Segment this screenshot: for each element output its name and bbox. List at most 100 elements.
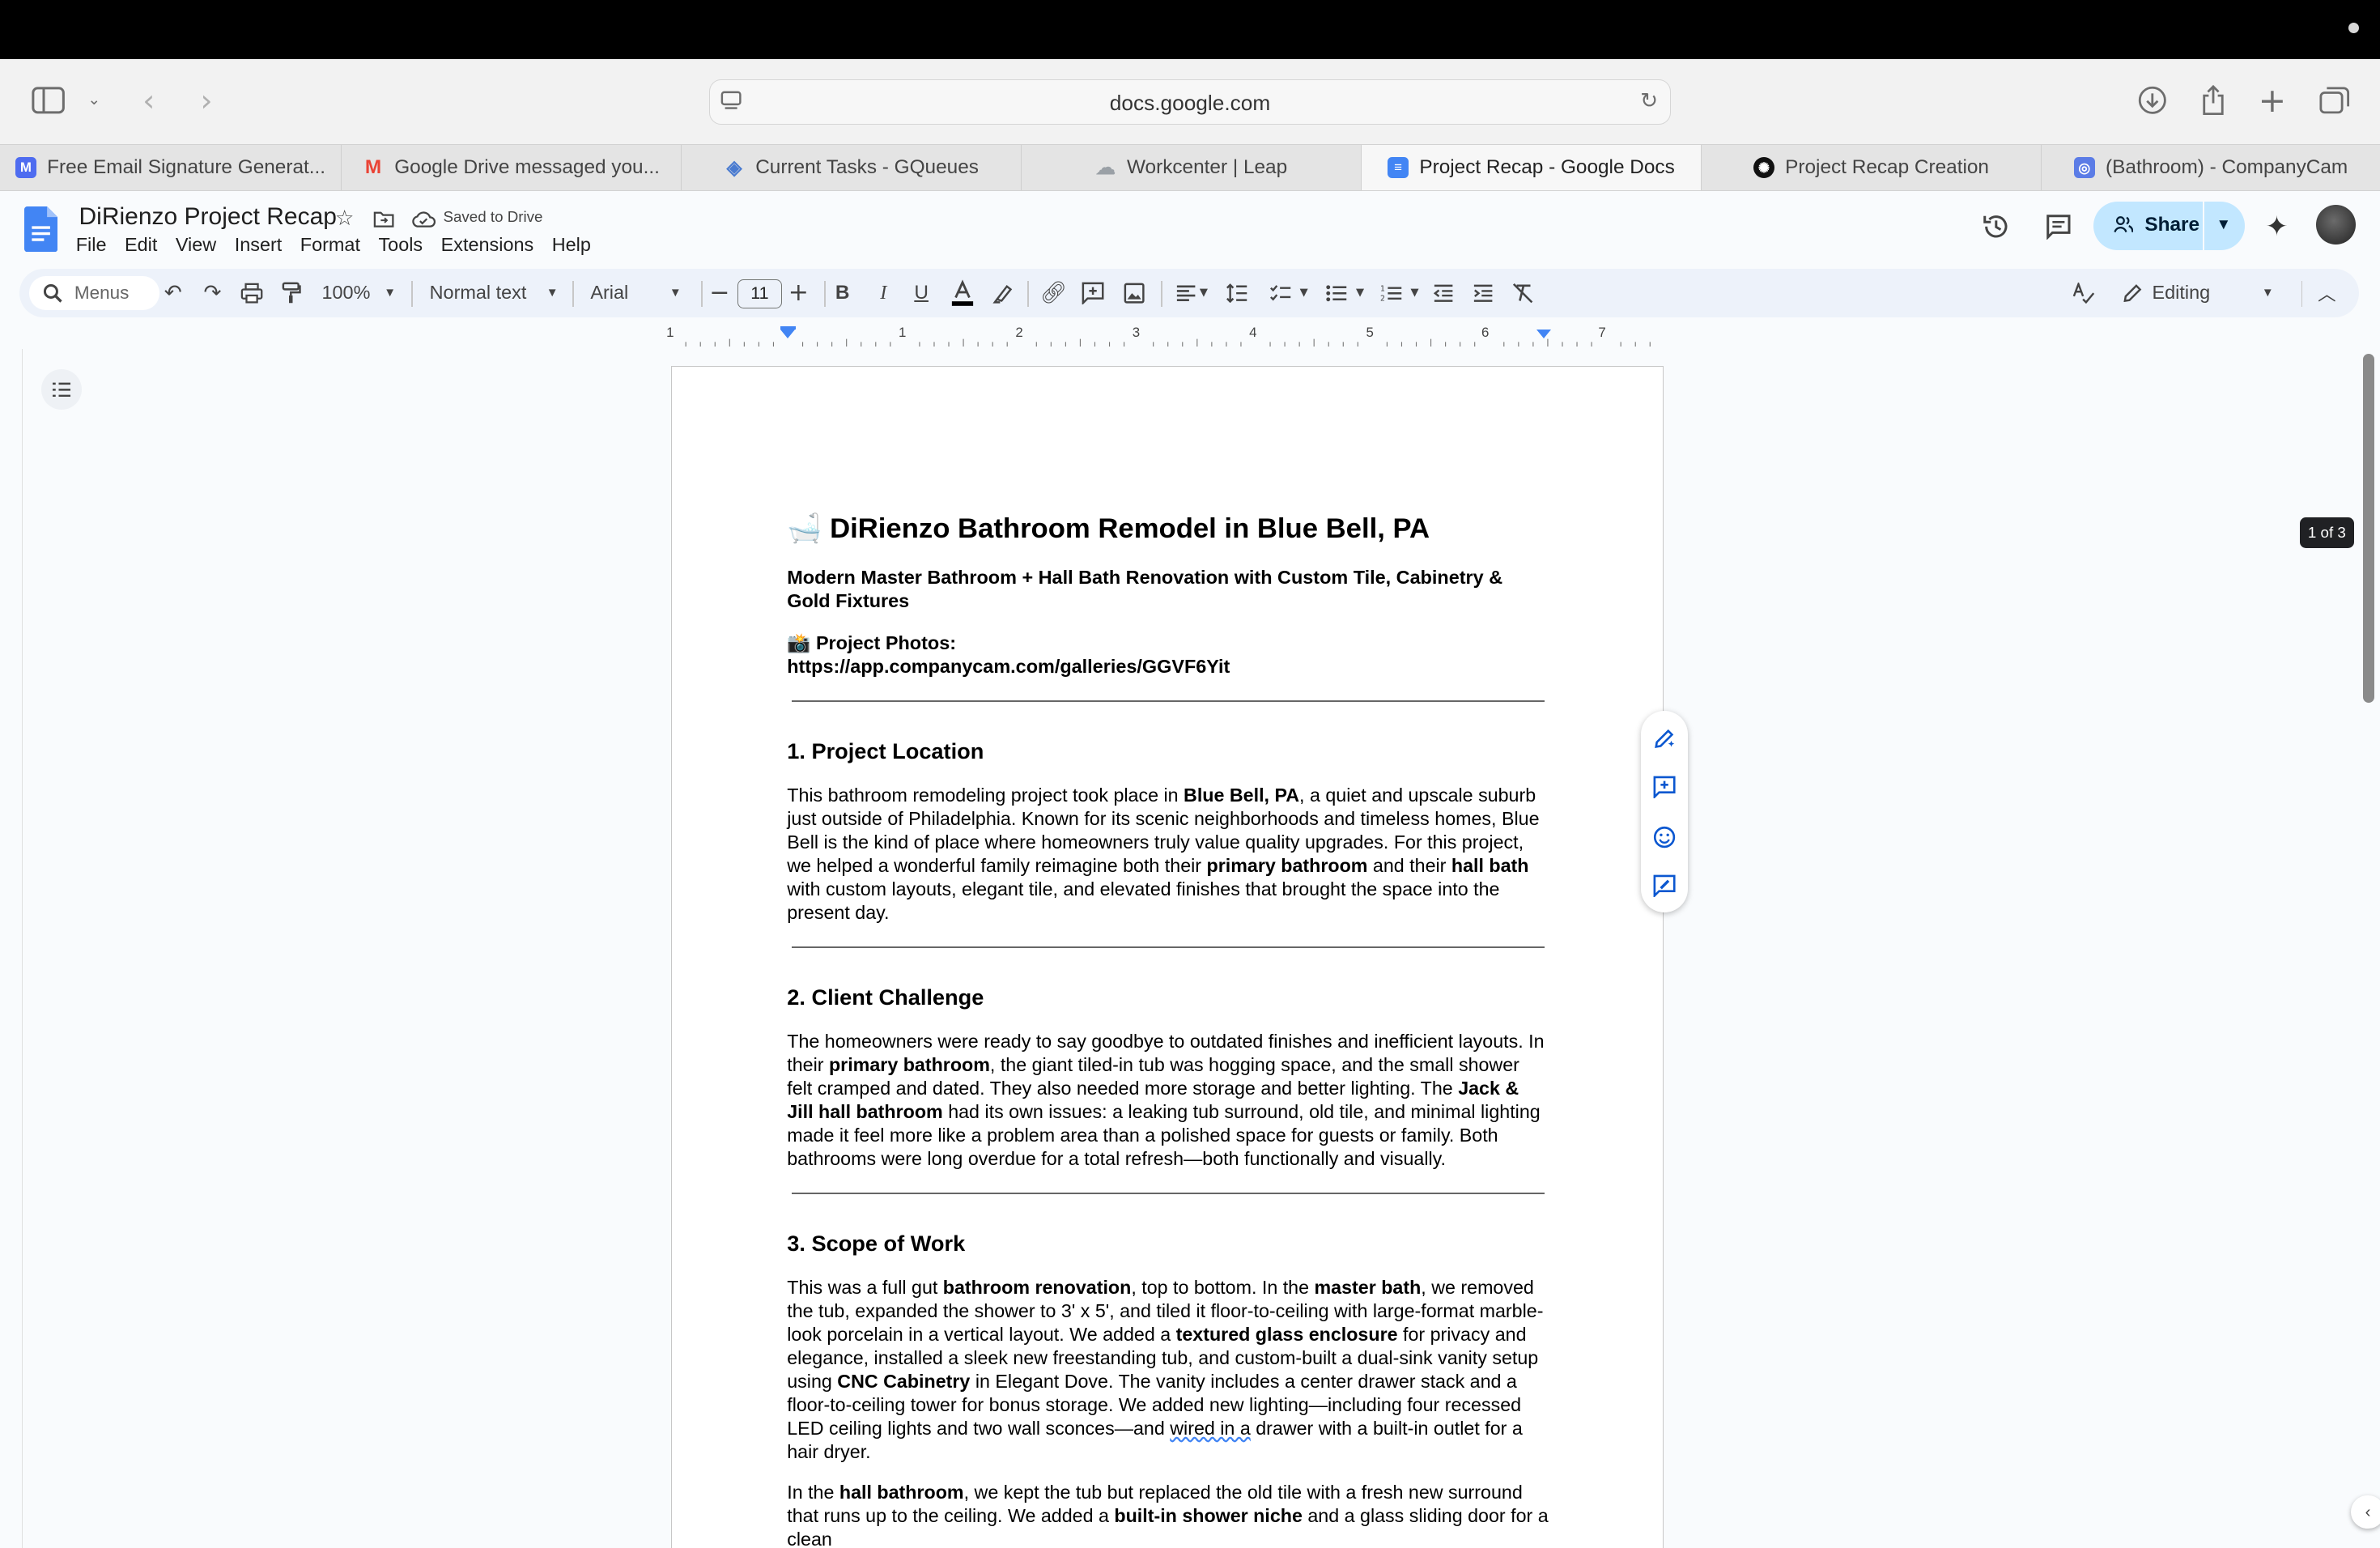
gemini-sparkle-icon[interactable]: ✦ (2262, 211, 2293, 242)
horizontal-ruler[interactable]: 1 1 2 3 4 5 6 7 (666, 321, 1664, 348)
hide-menus-icon[interactable]: ︿ (2316, 269, 2337, 317)
document-subtitle: Modern Master Bathroom + Hall Bath Renov… (787, 567, 1503, 612)
checklist-icon[interactable]: ▼ (1266, 269, 1311, 317)
chevron-down-icon[interactable]: ⌄ (83, 88, 104, 113)
insert-image-icon[interactable] (1122, 269, 1146, 317)
undo-icon[interactable]: ↶ (163, 269, 184, 317)
project-photos-link[interactable]: https://app.companycam.com/galleries/GGV… (787, 655, 1549, 678)
add-comment-icon[interactable] (1651, 774, 1677, 800)
underline-icon[interactable]: U (912, 269, 931, 317)
side-panel-toggle-icon[interactable]: ‹ (2351, 1495, 2380, 1529)
ruler-number: 1 (899, 325, 907, 341)
help-me-write-icon[interactable] (1651, 725, 1677, 751)
move-folder-icon[interactable] (372, 206, 396, 231)
search-menus-input[interactable]: Menus (28, 276, 159, 310)
ruler-number: 5 (1366, 325, 1374, 341)
svg-text:2: 2 (1380, 294, 1385, 302)
cloud-saved-icon[interactable] (410, 206, 437, 231)
menu-tools[interactable]: Tools (378, 234, 423, 256)
suggest-edits-icon[interactable] (1651, 873, 1677, 899)
menu-bar: File Edit View Insert Format Tools Exten… (76, 234, 610, 256)
left-indent-marker[interactable] (780, 329, 795, 338)
clear-formatting-icon[interactable] (1511, 269, 1535, 317)
tab-gmail[interactable]: M Google Drive messaged you... (342, 145, 682, 191)
numbered-list-icon[interactable]: 1 2 ▼ (1377, 269, 1422, 317)
document-title[interactable]: DiRienzo Project Recap (79, 203, 337, 231)
first-line-indent-marker[interactable] (780, 326, 796, 330)
tab-project-recap-creation[interactable]: ✺ Project Recap Creation (1702, 145, 2042, 191)
reload-icon[interactable]: ↻ (1637, 89, 1661, 113)
document-body[interactable]: 🛁 DiRienzo Bathroom Remodel in Blue Bell… (787, 512, 1549, 1548)
downloads-icon[interactable] (2137, 85, 2168, 116)
ruler-number: 2 (1015, 325, 1023, 341)
right-indent-marker[interactable] (1536, 329, 1551, 338)
menu-view[interactable]: View (176, 234, 216, 256)
decrease-font-size-icon[interactable]: − (709, 269, 729, 317)
bulleted-list-icon[interactable]: ▼ (1322, 269, 1367, 317)
zoom-select[interactable]: 100% ▼ (322, 269, 402, 317)
back-icon[interactable]: ‹ (134, 83, 164, 118)
align-icon[interactable]: ▼ (1172, 269, 1212, 317)
ruler-number: 6 (1481, 325, 1490, 341)
menu-edit[interactable]: Edit (125, 234, 157, 256)
italic-icon[interactable]: I (874, 269, 893, 317)
add-comment-icon[interactable] (1081, 269, 1105, 317)
document-outline-button[interactable] (40, 368, 83, 410)
spellcheck-icon[interactable] (2072, 269, 2096, 317)
spelling-suggestion[interactable]: wired in a (1170, 1418, 1251, 1439)
font-select[interactable]: Arial ▼ (590, 269, 696, 317)
chevron-down-icon: ▼ (669, 286, 682, 300)
increase-font-size-icon[interactable]: + (788, 269, 809, 317)
menu-insert[interactable]: Insert (235, 234, 283, 256)
line-spacing-icon[interactable] (1225, 269, 1249, 317)
project-photos: 📸 Project Photos: (787, 632, 957, 654)
scrollbar-thumb[interactable] (2363, 353, 2374, 704)
paint-format-icon[interactable] (279, 269, 304, 317)
horizontal-divider (791, 700, 1545, 702)
decrease-indent-icon[interactable] (1431, 269, 1456, 317)
menu-extensions[interactable]: Extensions (441, 234, 534, 256)
increase-indent-icon[interactable] (1471, 269, 1495, 317)
section-paragraph-location: This bathroom remodeling project took pl… (787, 785, 1540, 924)
tab-email-signature[interactable]: M Free Email Signature Generat... (0, 145, 342, 191)
docs-logo-icon[interactable] (24, 206, 58, 253)
section-paragraph-challenge: The homeowners were ready to say goodbye… (787, 1031, 1545, 1170)
vertical-ruler[interactable] (0, 349, 23, 1548)
tab-leap[interactable]: ☁ Workcenter | Leap (1022, 145, 1362, 191)
section-heading-scope: 3. Scope of Work (787, 1230, 966, 1256)
formatting-toolbar: Menus ↶ ↷ 100% ▼ Normal text ▼ Arial ▼ − + … (19, 268, 2359, 317)
document-page[interactable]: 🛁 DiRienzo Bathroom Remodel in Blue Bell… (670, 365, 1664, 1548)
bold-icon[interactable]: B (833, 269, 852, 317)
search-menus-placeholder: Menus (74, 282, 130, 303)
tab-gqueues[interactable]: ◈ Current Tasks - GQueues (682, 145, 1022, 191)
comments-icon[interactable] (2043, 211, 2074, 242)
paragraph-style-select[interactable]: Normal text ▼ (430, 269, 559, 317)
highlight-icon[interactable] (991, 269, 1015, 317)
tab-project-recap-docs[interactable]: ≡ Project Recap - Google Docs (1361, 145, 1702, 191)
tab-companycam[interactable]: ◎ (Bathroom) - CompanyCam (2042, 145, 2380, 190)
font-size-input[interactable]: 11 (737, 279, 782, 308)
tab-overview-icon[interactable] (2318, 85, 2351, 116)
redo-icon[interactable]: ↷ (202, 269, 223, 317)
share-dropdown-icon[interactable]: ▼ (2216, 215, 2232, 233)
openai-icon: ✺ (1753, 157, 1775, 179)
version-history-icon[interactable] (1981, 211, 2012, 242)
menu-file[interactable]: File (76, 234, 107, 256)
menu-format[interactable]: Format (300, 234, 360, 256)
new-tab-icon[interactable]: + (2257, 81, 2288, 120)
print-icon[interactable] (240, 269, 264, 317)
share-icon[interactable] (2198, 83, 2229, 117)
sidebar-toggle-icon[interactable] (31, 85, 67, 116)
text-color-icon[interactable] (949, 269, 976, 317)
link-icon[interactable]: 🔗︎ (1039, 269, 1067, 317)
star-icon[interactable]: ☆ (333, 206, 357, 231)
search-icon (41, 281, 66, 305)
menu-help[interactable]: Help (552, 234, 591, 256)
address-bar[interactable]: docs.google.com ↻ (708, 79, 1672, 125)
emoji-reaction-icon[interactable] (1651, 824, 1677, 850)
editing-mode-select[interactable]: Editing ▼ (2122, 269, 2274, 317)
url-text[interactable]: docs.google.com (710, 91, 1671, 116)
section-heading-location: 1. Project Location (787, 738, 984, 763)
forward-icon[interactable]: › (191, 83, 222, 118)
avatar[interactable] (2316, 205, 2356, 245)
